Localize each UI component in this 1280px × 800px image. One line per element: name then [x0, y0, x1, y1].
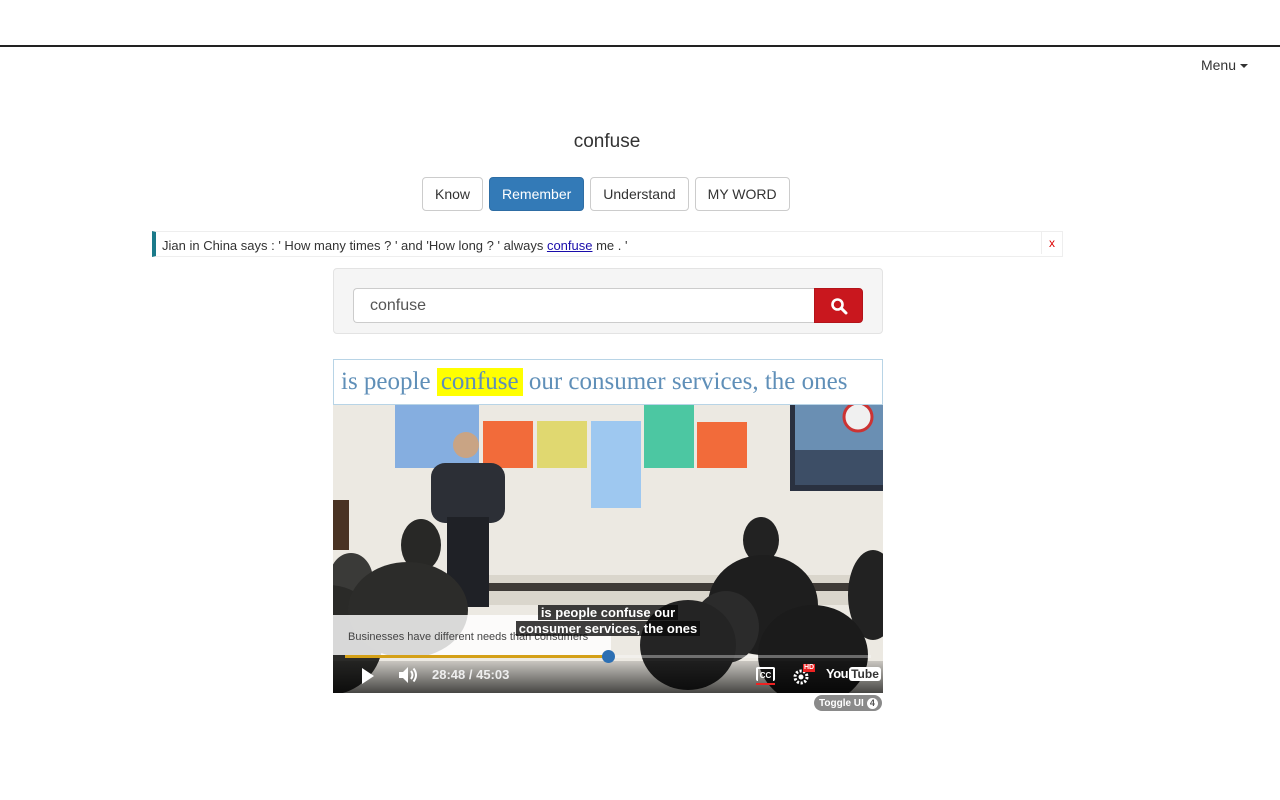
- caption-after: our consumer services, the ones: [522, 368, 848, 395]
- settings-button[interactable]: HD: [792, 664, 816, 686]
- menu-label: Menu: [1200, 57, 1236, 73]
- caption-before: is people: [341, 368, 437, 395]
- quote-prefix: Jian in China says : ' How many times ? …: [162, 238, 547, 253]
- video-subtitles: is people confuse our consumer services,…: [333, 605, 883, 637]
- subtitle-line-1: is people confuse our: [537, 605, 679, 620]
- quote-suffix: me . ': [592, 238, 628, 253]
- cc-icon: CC: [759, 670, 772, 680]
- search-panel: [333, 268, 883, 334]
- quote-word-link[interactable]: confuse: [547, 238, 593, 253]
- caption-highlight: confuse: [436, 368, 523, 396]
- toggle-ui-count: 4: [866, 697, 878, 709]
- play-icon[interactable]: [360, 667, 376, 685]
- know-button[interactable]: Know: [422, 177, 484, 211]
- caret-down-icon: [1240, 64, 1248, 68]
- progress-bar[interactable]: [345, 650, 871, 663]
- captions-active-underline: [756, 683, 775, 685]
- user-quote-banner: Jian in China says : ' How many times ? …: [152, 231, 1063, 257]
- toggle-ui-button[interactable]: Toggle UI 4: [814, 695, 882, 711]
- video-player[interactable]: Businesses have different needs than con…: [333, 405, 883, 693]
- search-input[interactable]: [353, 288, 815, 323]
- captions-button[interactable]: CC: [756, 667, 775, 681]
- top-navbar: [0, 0, 1280, 47]
- subtitle-line-2: consumer services, the ones: [515, 621, 701, 636]
- toggle-ui-label: Toggle UI: [819, 697, 864, 709]
- time-display: 28:48 / 45:03: [432, 667, 510, 682]
- caption-line: is people confuse our consumer services,…: [333, 359, 883, 405]
- search-icon: [830, 297, 847, 314]
- progress-fill: [345, 655, 608, 658]
- mode-button-group: Know Remember Understand MY WORD: [422, 177, 790, 211]
- understand-button[interactable]: Understand: [590, 177, 689, 211]
- remember-button[interactable]: Remember: [489, 177, 585, 211]
- progress-scrubber[interactable]: [602, 650, 615, 663]
- youtube-label: You: [826, 666, 849, 681]
- menu-dropdown[interactable]: Menu: [1201, 57, 1248, 73]
- youtube-tube-badge: Tube: [849, 666, 881, 681]
- page-title: confuse: [573, 131, 641, 152]
- volume-icon[interactable]: [398, 666, 420, 684]
- my-word-button[interactable]: MY WORD: [694, 177, 790, 211]
- hd-badge: HD: [803, 664, 816, 672]
- youtube-logo[interactable]: You Tube: [826, 666, 881, 681]
- search-button[interactable]: [814, 288, 863, 323]
- close-quote-button[interactable]: x: [1041, 232, 1062, 254]
